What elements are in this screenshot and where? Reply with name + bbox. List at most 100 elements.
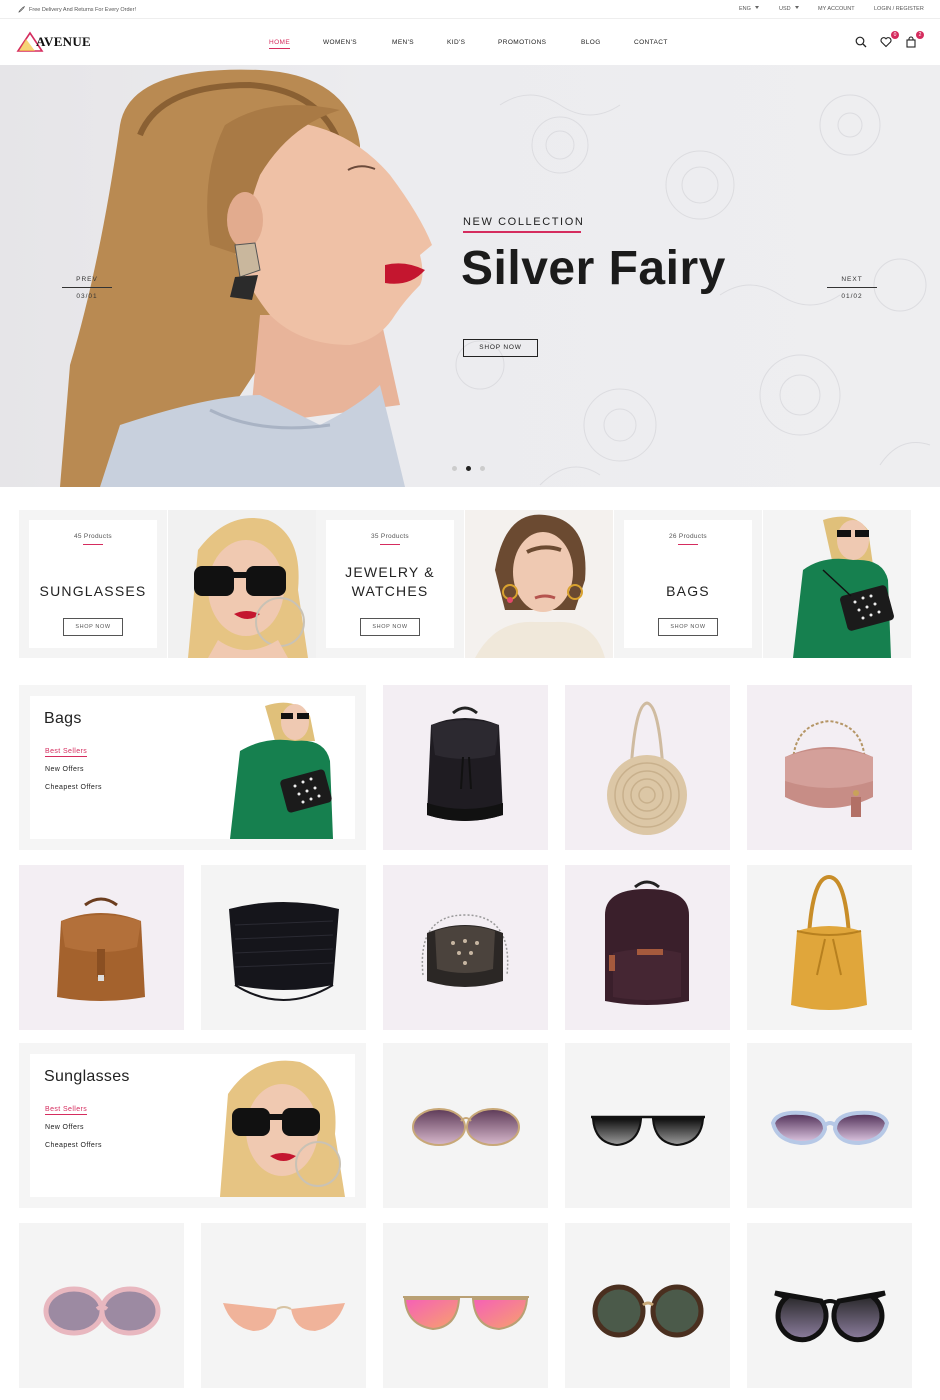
next-label: NEXT [841, 276, 863, 283]
nav-kids[interactable]: KID'S [447, 39, 465, 46]
product-tile-straw-bag[interactable] [565, 685, 730, 850]
product-image [774, 1290, 886, 1343]
category-count: 26 Products [669, 533, 707, 540]
category-name: SUNGLASSES [39, 583, 147, 599]
product-image [591, 1115, 705, 1147]
sunglasses-model-image [220, 1060, 345, 1197]
category-shop-now-button[interactable]: SHOP NOW [360, 618, 420, 636]
hero-shop-now-button[interactable]: SHOP NOW [463, 339, 538, 357]
product-tile-peach-cateye-sunglasses[interactable] [201, 1223, 366, 1388]
product-image [785, 719, 873, 817]
product-tile-embroidered-bag[interactable] [383, 865, 548, 1030]
next-slide-button[interactable]: NEXT 01/02 [827, 276, 877, 300]
product-tile-pink-aviators[interactable] [383, 1223, 548, 1388]
product-tile-pink-round-sunglasses[interactable] [19, 1223, 184, 1388]
cart-button[interactable]: 2 [905, 31, 924, 49]
wishlist-badge: 0 [891, 31, 899, 39]
cart-badge: 2 [916, 31, 924, 39]
category-divider [380, 544, 400, 545]
bags-model-image[interactable] [763, 510, 911, 658]
bags-new-offers-link[interactable]: New Offers [45, 766, 84, 773]
product-tile-plum-backpack[interactable] [565, 865, 730, 1030]
logo[interactable]: AVENUE [16, 31, 91, 53]
bags-title: Bags [44, 710, 82, 727]
product-image [607, 701, 687, 835]
category-name-line2: WATCHES [351, 583, 429, 599]
model-portrait [60, 69, 432, 487]
login-register-link[interactable]: LOGIN / REGISTER [874, 6, 924, 12]
logo-text: AVENUE [36, 34, 92, 49]
nav-mens[interactable]: MEN'S [392, 39, 414, 46]
category-card-bags: 26 Products BAGS SHOP NOW [614, 510, 762, 658]
product-tile-round-purple-sunglasses[interactable] [383, 1043, 548, 1208]
model-image [168, 510, 316, 658]
category-count: 45 Products [74, 533, 112, 540]
sunglasses-model-image[interactable] [168, 510, 316, 658]
language-value: ENG [739, 6, 751, 12]
model-image [465, 510, 613, 658]
sunglasses-cheapest-offers-link[interactable]: Cheapest Offers [45, 1142, 102, 1149]
next-count: 01/02 [841, 293, 863, 300]
feature-inner: Bags Best Sellers New Offers Cheapest Of… [30, 696, 355, 839]
nav-home[interactable]: HOME [269, 39, 291, 49]
bags-feature-card: Bags Best Sellers New Offers Cheapest Of… [19, 685, 366, 850]
product-tile-pink-crossbody[interactable] [747, 685, 912, 850]
kicker-underline [463, 231, 581, 233]
category-card-inner: 26 Products BAGS SHOP NOW [624, 520, 752, 648]
prev-count: 03/01 [76, 293, 98, 300]
product-image [412, 1108, 520, 1146]
prev-label: PREV [76, 276, 98, 283]
category-shop-now-button[interactable]: SHOP NOW [63, 618, 123, 636]
search-button[interactable] [855, 35, 869, 49]
product-image [403, 1296, 529, 1331]
bag-icon [906, 36, 916, 48]
bags-model-image [230, 702, 333, 839]
product-tile-backpack-black[interactable] [383, 685, 548, 850]
sunglasses-best-sellers-link[interactable]: Best Sellers [45, 1106, 88, 1115]
search-icon [855, 36, 867, 48]
product-tile-brown-backpack[interactable] [19, 865, 184, 1030]
product-tile-blue-cateye-sunglasses[interactable] [747, 1043, 912, 1208]
chevron-down-icon [754, 6, 759, 9]
sunglasses-title: Sunglasses [44, 1068, 130, 1085]
slider-dot[interactable] [480, 466, 485, 471]
product-image [43, 1286, 161, 1336]
product-image [605, 880, 689, 1005]
product-image [57, 897, 145, 1001]
category-divider [83, 544, 103, 545]
slider-dot-active[interactable] [466, 466, 471, 471]
shipping-text: Free Delivery And Returns For Every Orde… [29, 6, 136, 13]
category-card-jewelry: 35 Products JEWELRY & WATCHES SHOP NOW [316, 510, 464, 658]
currency-select[interactable]: USD [779, 6, 799, 12]
nav-blog[interactable]: BLOG [581, 39, 601, 46]
chevron-down-icon [794, 6, 799, 9]
jewelry-model-image[interactable] [465, 510, 613, 658]
category-card-inner: 35 Products JEWELRY & WATCHES SHOP NOW [326, 520, 454, 648]
arrow-right-icon [827, 287, 877, 288]
product-tile-black-aviators[interactable] [565, 1043, 730, 1208]
prev-slide-button[interactable]: PREV 03/01 [62, 276, 112, 300]
nav-contact[interactable]: CONTACT [634, 39, 668, 46]
product-image [592, 1284, 704, 1338]
product-tile-yellow-bucket[interactable] [747, 865, 912, 1030]
sunglasses-new-offers-link[interactable]: New Offers [45, 1124, 84, 1131]
category-name: BAGS [666, 583, 710, 599]
nav-promotions[interactable]: PROMOTIONS [498, 39, 546, 46]
product-tile-black-cateye-round[interactable] [747, 1223, 912, 1388]
language-select[interactable]: ENG [739, 6, 759, 12]
rocket-icon [18, 6, 25, 13]
slider-dot[interactable] [452, 466, 457, 471]
bags-cheapest-offers-link[interactable]: Cheapest Offers [45, 784, 102, 791]
wishlist-button[interactable]: 0 [880, 31, 899, 49]
bags-best-sellers-link[interactable]: Best Sellers [45, 748, 88, 757]
my-account-link[interactable]: MY ACCOUNT [818, 6, 855, 12]
category-shop-now-button[interactable]: SHOP NOW [658, 618, 718, 636]
product-image [791, 874, 867, 1010]
product-tile-woven-clutch[interactable] [201, 865, 366, 1030]
product-image [770, 1110, 890, 1146]
nav-womens[interactable]: WOMEN'S [323, 39, 357, 46]
model-image [763, 510, 911, 658]
product-image [421, 914, 509, 987]
product-tile-tortoise-sunglasses[interactable] [565, 1223, 730, 1388]
category-divider [678, 544, 698, 545]
